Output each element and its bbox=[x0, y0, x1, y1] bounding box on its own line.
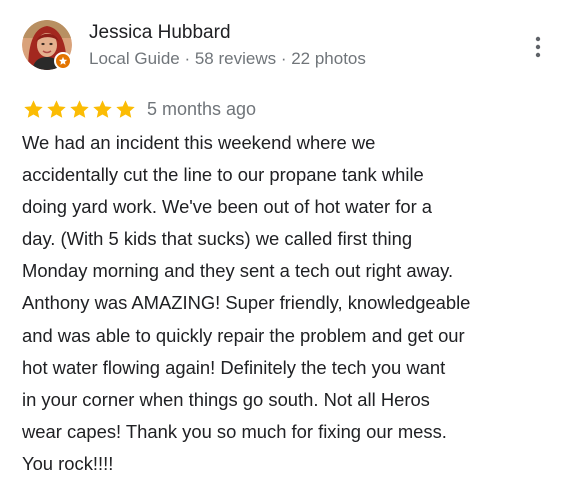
reviewer-name[interactable]: Jessica Hubbard bbox=[89, 20, 231, 46]
avatar-container[interactable] bbox=[22, 20, 72, 70]
rating-row: 5 months ago bbox=[22, 96, 256, 122]
reviewer-meta[interactable]: Local Guide · 58 reviews · 22 photos bbox=[89, 47, 366, 71]
star-icon bbox=[93, 99, 112, 118]
star-icon bbox=[47, 99, 66, 118]
more-vert-icon bbox=[535, 36, 541, 58]
star-icon bbox=[116, 99, 135, 118]
review-card: Jessica Hubbard Local Guide · 58 reviews… bbox=[0, 0, 562, 474]
star-rating bbox=[22, 98, 137, 121]
more-options-button[interactable] bbox=[526, 32, 550, 62]
local-guide-star-icon bbox=[54, 52, 72, 70]
review-date: 5 months ago bbox=[147, 99, 257, 119]
star-icon bbox=[70, 99, 89, 118]
star-icon bbox=[24, 99, 43, 118]
review-text: We had an incident this weekend where we… bbox=[22, 132, 471, 474]
